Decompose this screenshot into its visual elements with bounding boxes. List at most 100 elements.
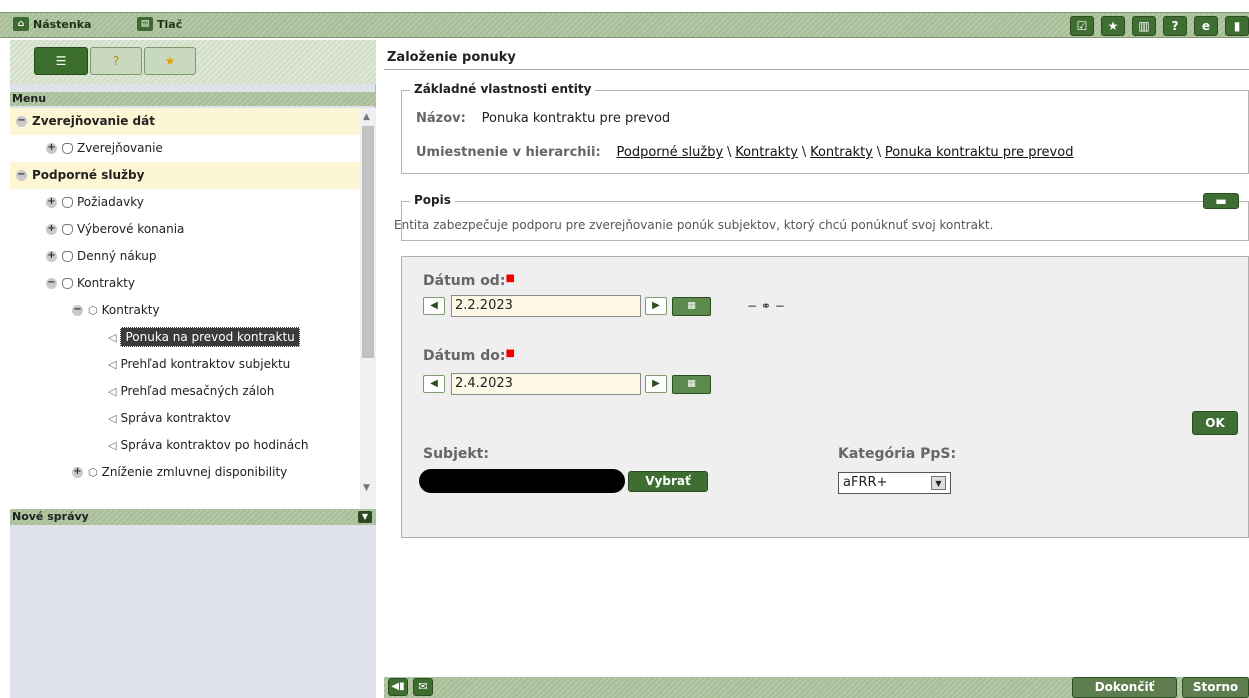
top-toolbar: ⌂ Nástenka ▤ Tlač ☑ ★ ▥ ? e ▮ bbox=[0, 12, 1249, 38]
date-to-input[interactable]: 2.4.2023 bbox=[451, 373, 641, 395]
print-link[interactable]: ▤ Tlač bbox=[137, 17, 182, 31]
menu-leaf-item[interactable]: ◁ Prehľad kontraktov subjektu bbox=[10, 351, 360, 378]
scroll-down-icon[interactable]: ▼ bbox=[363, 483, 370, 493]
menu-node[interactable]: + Denný nákup bbox=[10, 243, 360, 270]
menu-tree[interactable]: − Zverejňovanie dát + Zverejňovanie − Podporn… bbox=[10, 108, 376, 541]
location-key: Umiestnenie v hierarchii: bbox=[416, 145, 601, 160]
menu-node[interactable]: − Podporné služby bbox=[10, 162, 360, 189]
menu-item-label: Kontrakty bbox=[77, 276, 135, 290]
date-from-prev-button[interactable]: ◀ bbox=[423, 297, 445, 315]
basic-properties-legend: Základné vlastnosti entity bbox=[410, 82, 596, 96]
category-label: Kategória PpS: bbox=[838, 446, 957, 462]
menu-node[interactable]: + Výberové konania bbox=[10, 216, 360, 243]
menu-item-label: Kontrakty bbox=[101, 303, 160, 317]
menu-leaf-item[interactable]: ◁ Ponuka na prevod kontraktu bbox=[10, 324, 360, 351]
breadcrumb-separator: \ bbox=[876, 145, 882, 160]
menu-item-label: Správa kontraktov po hodinách bbox=[120, 438, 309, 452]
menu-item-label: Výberové konania bbox=[77, 222, 185, 236]
database-icon bbox=[62, 143, 73, 154]
breadcrumb-separator: \ bbox=[726, 145, 732, 160]
category-select[interactable]: aFRR+ ▼ bbox=[838, 472, 951, 494]
leaf-arrow-icon: ◁ bbox=[108, 439, 117, 452]
collapse-panel-icon[interactable]: ◀▮ bbox=[388, 678, 408, 696]
menu-node[interactable]: − Zverejňovanie dát bbox=[10, 108, 360, 135]
tab-menu[interactable]: ☰ bbox=[34, 47, 88, 75]
tab-help[interactable]: ? bbox=[90, 47, 142, 75]
collapse-icon[interactable]: − bbox=[46, 278, 57, 289]
breadcrumb-link-4[interactable]: Ponuka kontraktu pre prevod bbox=[885, 145, 1074, 160]
breadcrumb-link-2[interactable]: Kontrakty bbox=[735, 145, 798, 160]
database-icon bbox=[62, 251, 73, 262]
select-subject-button[interactable]: Vybrať bbox=[628, 471, 708, 492]
expand-icon[interactable]: + bbox=[46, 143, 57, 154]
refresh-icon[interactable]: e bbox=[1194, 16, 1218, 36]
menu-leaf-item[interactable]: ◁ Prehľad mesačných záloh bbox=[10, 378, 360, 405]
collapse-icon[interactable]: − bbox=[16, 170, 27, 181]
cancel-button[interactable]: Storno bbox=[1182, 677, 1249, 698]
checklist-icon[interactable]: ☑ bbox=[1070, 16, 1094, 36]
print-label: Tlač bbox=[157, 17, 183, 31]
collapse-description-button[interactable]: ▬ bbox=[1203, 193, 1239, 209]
date-from-label: Dátum od:■ bbox=[423, 273, 515, 289]
menu-leaf-item[interactable]: ◁ Správa kontraktov po hodinách bbox=[10, 432, 360, 459]
subject-value-redacted bbox=[419, 469, 625, 493]
breadcrumb-link-3[interactable]: Kontrakty bbox=[810, 145, 873, 160]
scroll-up-icon[interactable]: ▲ bbox=[363, 112, 370, 122]
menu-item-label: Zverejňovanie bbox=[77, 141, 163, 155]
left-panel: ☰ ? ★ Menu − Zverejňovanie dát + Zverejňova… bbox=[10, 40, 376, 698]
breadcrumb-link-1[interactable]: Podporné služby bbox=[616, 145, 723, 160]
building-icon[interactable]: ▥ bbox=[1132, 16, 1156, 36]
date-to-prev-button[interactable]: ◀ bbox=[423, 375, 445, 393]
envelope-icon[interactable]: ✉ bbox=[413, 678, 433, 696]
form-section: Dátum od:■ ◀ 2.2.2023 ▶ ▦ − ⚭ − Dátum do… bbox=[401, 256, 1249, 538]
ok-button[interactable]: OK bbox=[1192, 411, 1238, 435]
menu-node[interactable]: + Požiadavky bbox=[10, 189, 360, 216]
star-icon[interactable]: ★ bbox=[1101, 16, 1125, 36]
menu-leaf-item[interactable]: ◁ Správa kontraktov bbox=[10, 405, 360, 432]
menu-item-label: Ponuka na prevod kontraktu bbox=[120, 327, 300, 347]
menu-node[interactable]: − ⬡ Kontrakty bbox=[10, 297, 360, 324]
cube-icon: ⬡ bbox=[88, 466, 98, 479]
dashboard-link[interactable]: ⌂ Nástenka bbox=[13, 17, 91, 31]
printer-icon: ▤ bbox=[137, 17, 153, 31]
date-from-next-button[interactable]: ▶ bbox=[645, 297, 667, 315]
expand-icon[interactable]: + bbox=[46, 197, 57, 208]
menu-item-label: Zníženie zmluvnej disponibility bbox=[101, 465, 288, 479]
page-title: Založenie ponuky bbox=[387, 50, 516, 65]
panel-tabs: ☰ ? ★ bbox=[10, 40, 376, 84]
star-icon: ★ bbox=[164, 54, 176, 68]
collapse-news-icon[interactable]: ▼ bbox=[358, 511, 372, 523]
help-icon[interactable]: ? bbox=[1163, 16, 1187, 36]
collapse-icon[interactable]: − bbox=[72, 305, 83, 316]
expand-icon[interactable]: + bbox=[46, 224, 57, 235]
exit-icon[interactable]: ▮ bbox=[1225, 16, 1249, 36]
expand-icon[interactable]: + bbox=[72, 467, 83, 478]
menu-item-label: Prehľad mesačných záloh bbox=[120, 384, 275, 398]
date-to-next-button[interactable]: ▶ bbox=[645, 375, 667, 393]
menu-node[interactable]: + Zverejňovanie bbox=[10, 135, 360, 162]
scroll-thumb[interactable] bbox=[362, 126, 374, 358]
expand-icon[interactable]: + bbox=[46, 251, 57, 262]
link-dates-icon[interactable]: − ⚭ − bbox=[747, 299, 785, 313]
home-icon: ⌂ bbox=[13, 17, 29, 31]
tab-favorites[interactable]: ★ bbox=[144, 47, 196, 75]
bottom-bar: ◀▮ ✉ Dokončiť Storno bbox=[384, 677, 1249, 698]
menu-node[interactable]: + ⬡ Zníženie zmluvnej disponibility bbox=[10, 459, 360, 486]
menu-node[interactable]: − Kontrakty bbox=[10, 270, 360, 297]
description-section: Popis ▬ Entita zabezpečuje podporu pre z… bbox=[394, 193, 1249, 241]
calendar-icon[interactable]: ▦ bbox=[672, 375, 711, 394]
required-marker: ■ bbox=[505, 273, 515, 284]
name-value: Ponuka kontraktu pre prevod bbox=[481, 111, 671, 126]
collapse-icon[interactable]: − bbox=[16, 116, 27, 127]
cube-icon: ⬡ bbox=[88, 304, 98, 317]
date-from-input[interactable]: 2.2.2023 bbox=[451, 295, 641, 317]
finish-button[interactable]: Dokončiť bbox=[1072, 677, 1177, 698]
basic-properties-section: Základné vlastnosti entity Názov: Ponuka… bbox=[401, 82, 1249, 174]
leaf-arrow-icon: ◁ bbox=[108, 331, 117, 344]
chevron-down-icon[interactable]: ▼ bbox=[931, 476, 946, 490]
main-content: Založenie ponuky Základné vlastnosti ent… bbox=[384, 40, 1249, 698]
menu-scrollbar[interactable]: ▲ ▼ bbox=[360, 108, 376, 541]
calendar-icon[interactable]: ▦ bbox=[672, 297, 711, 316]
database-icon bbox=[62, 197, 73, 208]
subject-label: Subjekt: bbox=[423, 446, 489, 462]
